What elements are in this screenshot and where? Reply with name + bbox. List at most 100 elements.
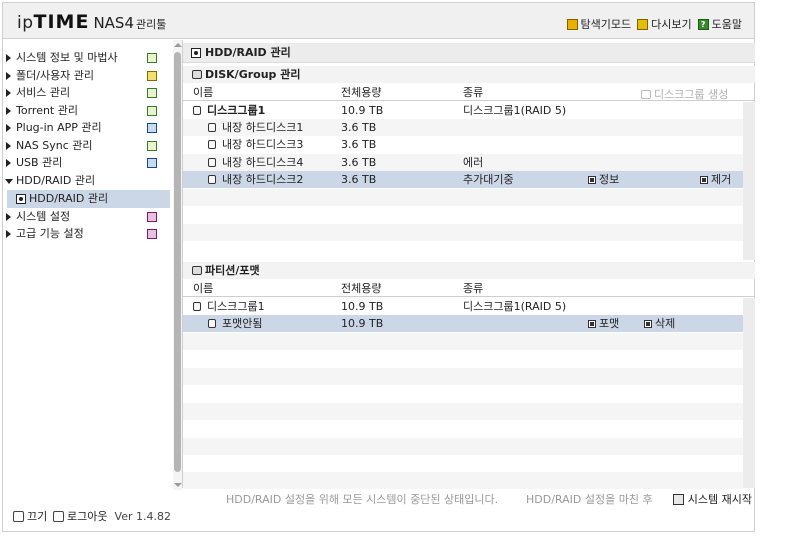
table-row[interactable]: 내장 하드디스크3 3.6 TB [183,136,743,153]
sidebar-item-label: 시스템 정보 및 마법사 [16,51,118,64]
partition-icon [192,266,202,275]
format-button[interactable]: 포맷 [588,315,619,332]
logout-label: 로그아웃 [67,510,108,523]
plugin-icon [147,123,157,133]
empty-row [183,368,743,385]
info-icon [588,175,596,184]
refresh-icon [637,18,649,30]
sidebar-item-usb[interactable]: USB 관리 [3,154,169,171]
row-capacity: 3.6 TB [341,156,377,169]
row-name: 내장 하드디스크2 [222,173,304,186]
row-type: 디스크그룹1(RAID 5) [463,300,567,313]
sidebar-item-label: 고급 기능 설정 [16,227,84,240]
empty-row [183,224,743,241]
column-name: 이름 [193,86,214,99]
status-message-secondary: HDD/RAID 설정을 마친 후 [526,493,653,506]
sidebar-item-nas-sync[interactable]: NAS Sync 관리 [3,137,169,154]
sidebar-scrollbar[interactable] [173,40,182,490]
expand-arrow-icon [6,159,11,167]
empty-row [183,241,743,258]
folder-user-icon [147,71,157,81]
help-link[interactable]: ? 도움말 [697,16,742,32]
remove-label: 제거 [711,173,732,186]
row-type: 추가대기중 [463,173,514,186]
expand-arrow-icon [6,107,11,115]
logout-icon [53,510,64,522]
row-type: 에러 [463,156,484,169]
expand-arrow-icon [6,230,11,238]
empty-row [183,350,743,367]
torrent-icon [147,106,157,116]
row-name: 내장 하드디스크4 [222,156,304,169]
sidebar-item-advanced[interactable]: 고급 기능 설정 [3,225,169,242]
empty-row [183,403,743,420]
sidebar-item-system-info[interactable]: 시스템 정보 및 마법사 [3,49,169,66]
explorer-mode-link[interactable]: 탐색기모드 [566,16,631,32]
column-type: 종류 [463,86,484,99]
table-row-selected[interactable]: 포맷안됨 10.9 TB 포맷 삭제 [183,315,743,332]
sidebar-footer: 끄기 로그아웃 Ver 1.4.82 [3,500,171,530]
table-row[interactable]: 디스크그룹1 10.9 TB 디스크그룹1(RAID 5) [183,102,743,119]
table-row[interactable]: 내장 하드디스크1 3.6 TB [183,119,743,136]
help-icon: ? [697,18,709,30]
empty-row [183,333,743,350]
table-row-selected[interactable]: 내장 하드디스크2 3.6 TB 추가대기중 정보 제거 [183,171,743,188]
create-disk-group-button[interactable]: 디스크그룹 생성 [641,86,728,103]
empty-row [183,189,743,206]
row-capacity: 3.6 TB [341,173,377,186]
explorer-icon [566,18,578,30]
logout-button[interactable]: 로그아웃 [53,508,107,524]
info-label: 정보 [599,173,620,186]
disk-group-create-icon [641,90,651,99]
sidebar-item-label: Plug-in APP 관리 [16,121,102,134]
usb-icon [147,158,157,168]
sidebar-item-hdd-raid[interactable]: HDD/RAID 관리 [3,172,169,189]
expand-arrow-icon [6,54,11,62]
refresh-label: 다시보기 [651,18,692,31]
sidebar-item-system-settings[interactable]: 시스템 설정 [3,208,169,225]
restart-button[interactable]: 시스템 재시작 [672,491,752,507]
disk-group-header: DISK/Group 관리 [183,66,755,83]
sidebar-item-torrent[interactable]: Torrent 관리 [3,102,169,119]
table-row[interactable]: 내장 하드디스크4 3.6 TB 에러 [183,154,743,171]
top-links: 탐색기모드 다시보기 ? 도움말 [566,16,742,32]
column-capacity: 전체용량 [341,282,382,295]
power-button[interactable]: 끄기 [13,508,47,524]
expand-arrow-icon [6,213,11,221]
page-title: HDD/RAID 관리 [205,46,291,59]
disk-group-scrollbar[interactable] [743,102,755,260]
format-label: 포맷 [599,317,620,330]
empty-row [183,438,743,455]
empty-row [183,455,743,472]
delete-label: 삭제 [655,317,676,330]
scroll-up-icon[interactable] [174,43,182,47]
info-button[interactable]: 정보 [588,171,619,188]
sidebar-item-plugin[interactable]: Plug-in APP 관리 [3,119,169,136]
expand-arrow-icon [6,72,11,80]
hdd-icon [208,140,216,149]
sidebar-item-service[interactable]: 서비스 관리 [3,84,169,101]
status-message: HDD/RAID 설정을 위해 모든 시스템이 중단된 상태입니다. [226,493,499,506]
sidebar-item-label: 서비스 관리 [16,86,71,99]
disk-group-icon [193,106,201,115]
column-name: 이름 [193,282,214,295]
refresh-link[interactable]: 다시보기 [637,16,692,32]
delete-button[interactable]: 삭제 [644,315,675,332]
expand-arrow-icon [6,124,11,132]
restart-icon [672,493,684,505]
format-icon [588,319,596,328]
sidebar-subitem-hdd-raid[interactable]: HDD/RAID 관리 [7,190,170,208]
sidebar: 시스템 정보 및 마법사 폴더/사용자 관리 서비스 관리 Torrent 관리… [3,40,171,484]
table-row[interactable]: 디스크그룹1 10.9 TB 디스크그룹1(RAID 5) [183,298,743,315]
remove-button[interactable]: 제거 [700,171,731,188]
hdd-icon [191,48,201,58]
row-capacity: 10.9 TB [341,104,384,117]
scroll-thumb[interactable] [174,52,181,472]
partition-scrollbar[interactable] [743,298,755,488]
logo-manager: 관리툴 [135,18,167,31]
sidebar-item-folder-user[interactable]: 폴더/사용자 관리 [3,67,169,84]
scroll-down-icon[interactable] [174,483,182,487]
hdd-icon [208,123,216,132]
partition-title: 파티션/포맷 [205,264,260,277]
disk-group-icon [193,302,201,311]
